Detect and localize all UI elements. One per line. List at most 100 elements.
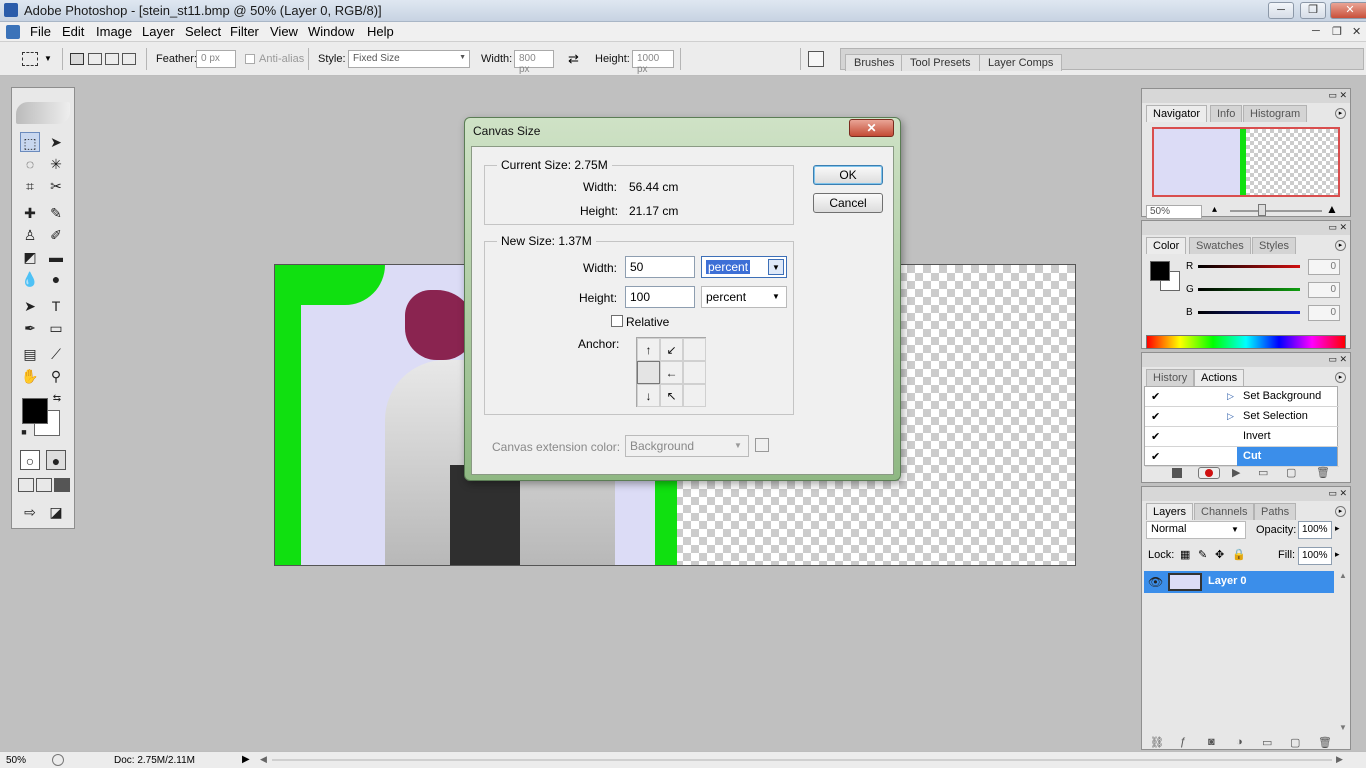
type-tool-icon[interactable]: T	[46, 296, 66, 316]
height-input[interactable]: 1000 px	[632, 50, 674, 75]
crop-tool-icon[interactable]: ⌗	[20, 176, 40, 196]
panel-menu-icon[interactable]: ▸	[1335, 240, 1346, 251]
rectangular-marquee-preset-icon[interactable]	[22, 52, 38, 66]
pen-tool-icon[interactable]: ✒	[20, 318, 40, 338]
panel-menu-icon[interactable]: ▸	[1335, 506, 1346, 517]
full-screen-icon[interactable]	[54, 478, 70, 492]
minimize-button[interactable]: ─	[1268, 2, 1294, 19]
record-button[interactable]	[1198, 467, 1220, 479]
ok-button[interactable]: OK	[813, 165, 883, 185]
preset-dropdown-icon[interactable]: ▼	[44, 51, 60, 67]
status-info-icon[interactable]	[52, 754, 64, 766]
doc-minimize-button[interactable]: ─	[1312, 25, 1320, 37]
width-input[interactable]: 800 px	[514, 50, 554, 75]
style-select[interactable]: Fixed Size ▼	[348, 50, 470, 68]
fill-arrow-icon[interactable]: ▸	[1335, 549, 1340, 560]
doc-close-button[interactable]: ✕	[1352, 25, 1361, 38]
relative-label[interactable]: Relative	[626, 315, 669, 329]
panel-window-buttons[interactable]: ▭ ✕	[1328, 354, 1347, 365]
action-row[interactable]: ✔ ▷ Set Background	[1145, 387, 1339, 407]
dialog-close-button[interactable]: ✕	[849, 119, 894, 137]
eye-icon[interactable]: 👁	[1148, 575, 1163, 589]
tab-history[interactable]: History	[1146, 369, 1195, 386]
green-channel-value[interactable]: 0	[1308, 282, 1340, 298]
add-selection-icon[interactable]	[88, 53, 102, 65]
stop-playing-icon[interactable]	[1172, 468, 1182, 478]
clone-stamp-icon[interactable]: ♙	[20, 225, 40, 245]
brush-tool-icon[interactable]: ✎	[46, 203, 66, 223]
healing-brush-icon[interactable]: ✚	[20, 203, 40, 223]
antialias-checkbox[interactable]	[245, 54, 255, 64]
action-row-selected[interactable]: ✔ Cut	[1145, 447, 1339, 467]
lasso-tool-icon[interactable]: ◌	[20, 154, 40, 174]
action-row[interactable]: ✔ Invert	[1145, 427, 1339, 447]
panel-window-buttons[interactable]: ▭ ✕	[1328, 222, 1347, 233]
layer-style-icon[interactable]: ƒ	[1180, 736, 1186, 748]
tab-layer-comps[interactable]: Layer Comps	[979, 54, 1063, 71]
red-channel-slider[interactable]	[1198, 265, 1300, 268]
fill-input[interactable]: 100%	[1298, 547, 1332, 565]
expand-triangle-icon[interactable]: ▷	[1227, 391, 1234, 402]
action-enabled-check-icon[interactable]: ✔	[1151, 430, 1163, 443]
subtract-selection-icon[interactable]	[105, 53, 119, 65]
menu-window[interactable]: Window	[308, 24, 354, 39]
anchor-top-arrow-icon[interactable]: ↙	[660, 338, 683, 361]
delete-layer-icon[interactable]: 🗑	[1318, 736, 1332, 749]
path-selection-icon[interactable]: ➤	[20, 296, 40, 316]
quick-mask-icon[interactable]: ●	[46, 450, 66, 470]
slice-tool-icon[interactable]: ✂	[46, 176, 66, 196]
history-brush-icon[interactable]: ✐	[46, 225, 66, 245]
tab-histogram[interactable]: Histogram	[1243, 105, 1308, 122]
dodge-tool-icon[interactable]: ●	[46, 269, 66, 289]
intersect-selection-icon[interactable]	[122, 53, 136, 65]
tab-actions[interactable]: Actions	[1194, 369, 1245, 386]
new-layer-icon[interactable]: ▢	[1290, 736, 1300, 749]
menu-help[interactable]: Help	[367, 24, 394, 39]
menu-select[interactable]: Select	[185, 24, 221, 39]
menu-image[interactable]: Image	[96, 24, 132, 39]
imageready-icon[interactable]: ◪	[46, 502, 66, 522]
expand-triangle-icon[interactable]: ▷	[1227, 411, 1234, 422]
color-spectrum-bar[interactable]	[1146, 335, 1346, 349]
anchor-bottom-right-cell[interactable]	[683, 384, 706, 407]
extension-color-select[interactable]: Background ▼	[625, 435, 749, 457]
jump-to-imageready-icon[interactable]: ⇨	[20, 502, 40, 522]
height-unit-select[interactable]: percent ▼	[701, 286, 787, 308]
horizontal-scrollbar[interactable]	[272, 759, 1332, 761]
chevron-down-icon[interactable]: ▼	[730, 438, 746, 454]
new-set-icon[interactable]: ▭	[1258, 466, 1268, 479]
opacity-input[interactable]: 100%	[1298, 521, 1332, 539]
doc-restore-button[interactable]: ❐	[1332, 25, 1342, 38]
action-enabled-check-icon[interactable]: ✔	[1151, 450, 1163, 463]
magic-wand-tool-icon[interactable]: ✳	[46, 154, 66, 174]
tab-paths[interactable]: Paths	[1254, 503, 1297, 520]
layer-mask-icon[interactable]: ◙	[1208, 736, 1215, 748]
feather-input[interactable]: 0 px	[196, 50, 236, 68]
action-row[interactable]: ✔ ▷ Set Selection	[1145, 407, 1339, 427]
relative-checkbox[interactable]	[611, 315, 623, 327]
zoom-out-icon[interactable]: ▴	[1212, 204, 1217, 215]
tab-layers[interactable]: Layers	[1146, 503, 1194, 520]
width-unit-select[interactable]: percent ▼	[701, 256, 787, 278]
menu-filter[interactable]: Filter	[230, 24, 259, 39]
adobe-feather-logo[interactable]	[16, 102, 70, 124]
new-action-icon[interactable]: ▢	[1286, 466, 1296, 479]
menu-view[interactable]: View	[270, 24, 298, 39]
tab-color[interactable]: Color	[1146, 237, 1187, 254]
anchor-bottom-left-arrow-icon[interactable]: ↓	[637, 384, 660, 407]
palette-well-icon[interactable]	[808, 51, 824, 67]
blur-tool-icon[interactable]: 💧	[20, 269, 40, 289]
new-group-icon[interactable]: ▭	[1262, 736, 1272, 749]
tab-info[interactable]: Info	[1210, 105, 1243, 122]
scroll-down-icon[interactable]: ▼	[1339, 723, 1347, 732]
move-tool-icon[interactable]: ➤	[46, 132, 66, 152]
menu-edit[interactable]: Edit	[62, 24, 84, 39]
notes-tool-icon[interactable]: ▤	[20, 344, 40, 364]
green-channel-slider[interactable]	[1198, 288, 1300, 291]
anchor-top-left-arrow-icon[interactable]: ↑	[637, 338, 660, 361]
layer-row[interactable]: 👁 Layer 0	[1144, 571, 1334, 593]
document-icon[interactable]	[6, 25, 20, 39]
close-button[interactable]: ✕	[1330, 2, 1366, 19]
photoshop-app-icon[interactable]	[4, 3, 18, 17]
action-enabled-check-icon[interactable]: ✔	[1151, 410, 1163, 423]
